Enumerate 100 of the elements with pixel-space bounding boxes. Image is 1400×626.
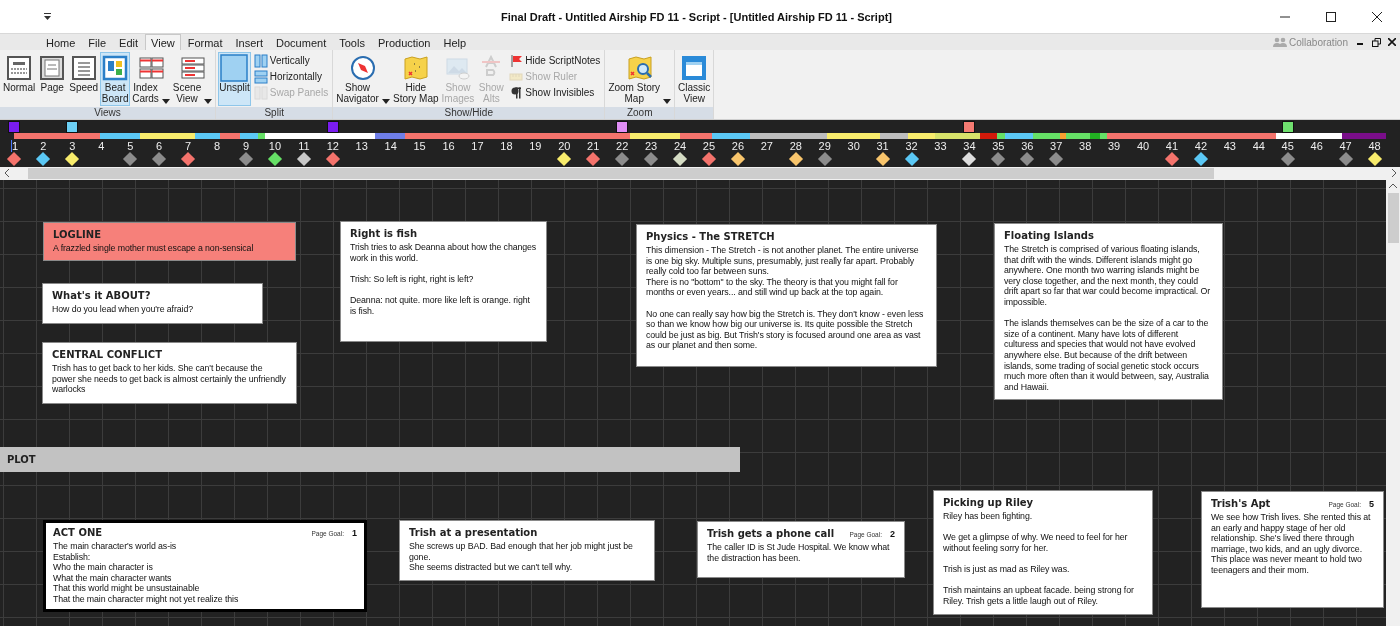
map-search-icon xyxy=(625,54,654,82)
note-card[interactable] xyxy=(994,223,1223,400)
scrollbar-thumb[interactable] xyxy=(1387,193,1399,243)
scene-number[interactable]: 41 xyxy=(1165,139,1179,152)
scene-number[interactable]: 22 xyxy=(616,139,629,152)
scene-number[interactable]: 4 xyxy=(98,139,105,152)
menu-tab[interactable]: Home xyxy=(40,34,82,50)
timeline-marker[interactable] xyxy=(8,121,21,133)
note-card[interactable]: Right is fish Trish tries to ask Deanna about how the changes work in this world. Trish: So left is right, right is left? Deanna: not quite. more like left is orange. right is fish. xyxy=(340,221,547,342)
scene-number[interactable]: 3 xyxy=(69,139,76,152)
timeline-marker[interactable] xyxy=(616,121,629,133)
scene-number[interactable]: 26 xyxy=(731,139,745,152)
scene-number[interactable]: 30 xyxy=(847,139,860,152)
timeline-marker[interactable] xyxy=(66,121,79,133)
timeline-marker[interactable] xyxy=(963,121,976,133)
note-card[interactable] xyxy=(43,520,367,612)
scene-number[interactable]: 44 xyxy=(1252,139,1265,152)
scene-number[interactable]: 37 xyxy=(1050,139,1063,152)
ribbon-button[interactable]: Horizontally xyxy=(251,69,331,84)
scene-number[interactable]: 14 xyxy=(384,139,397,152)
scene-number[interactable]: 15 xyxy=(413,139,426,152)
ribbon-button[interactable]: Unsplit xyxy=(218,52,251,106)
timeline-marker[interactable] xyxy=(1281,121,1294,133)
scene-number[interactable]: 45 xyxy=(1281,139,1294,152)
ribbon-button[interactable]: Speed xyxy=(68,52,100,106)
scene-number[interactable]: 2 xyxy=(40,139,47,152)
scene-number[interactable]: 27 xyxy=(760,139,773,152)
scene-number[interactable]: 7 xyxy=(185,139,192,152)
ribbon-button[interactable]: Normal xyxy=(2,52,37,106)
menu-tab[interactable]: Insert xyxy=(229,34,270,50)
scene-number[interactable]: 32 xyxy=(905,139,918,152)
scene-number[interactable]: 21 xyxy=(587,139,600,152)
scene-number[interactable]: 20 xyxy=(558,139,571,152)
scene-number[interactable]: 10 xyxy=(268,139,282,152)
vertical-scrollbar[interactable] xyxy=(1386,180,1400,626)
note-card[interactable] xyxy=(933,490,1153,615)
menu-tab[interactable]: Format xyxy=(181,34,229,50)
card-title: Right is fish xyxy=(350,228,417,239)
page-goal-number: 5 xyxy=(1369,499,1374,509)
menu-tab[interactable]: Production xyxy=(371,34,437,50)
scene-number[interactable]: 42 xyxy=(1194,139,1208,152)
scene-number[interactable]: 5 xyxy=(127,139,134,152)
scene-number[interactable]: 1 xyxy=(10,139,19,152)
menu-tab[interactable]: Help xyxy=(437,34,473,50)
scene-number[interactable]: 25 xyxy=(702,139,716,152)
ribbon-button[interactable]: Zoom Story Map xyxy=(607,52,673,106)
scrollbar-thumb[interactable] xyxy=(28,168,1214,179)
note-card[interactable] xyxy=(1201,491,1384,608)
scene-number[interactable]: 36 xyxy=(1021,139,1034,152)
scene-number[interactable]: 23 xyxy=(644,139,658,152)
scene-number[interactable]: 38 xyxy=(1079,139,1092,152)
scene-number[interactable]: 29 xyxy=(818,139,831,152)
ribbon-button[interactable]: Show Invisibles xyxy=(507,85,603,100)
note-card[interactable]: What's it ABOUT? How do you lead when you're afraid? xyxy=(42,283,263,324)
scene-number[interactable]: 40 xyxy=(1136,139,1150,152)
horizontal-scrollbar[interactable] xyxy=(0,167,1400,180)
ribbon-button[interactable]: Hide Story Map xyxy=(391,52,440,106)
ribbon-button[interactable]: Hide ScriptNotes xyxy=(507,53,603,68)
ribbon-button[interactable]: Show Navigator xyxy=(335,52,391,106)
scene-number[interactable]: 47 xyxy=(1339,139,1352,152)
scene-number[interactable]: 46 xyxy=(1310,139,1323,152)
scene-number[interactable]: 8 xyxy=(213,139,221,152)
menu-tab[interactable]: Tools xyxy=(333,34,371,50)
scene-number[interactable]: 12 xyxy=(326,139,339,152)
ribbon-button[interactable]: Scene View xyxy=(171,52,214,106)
scene-number[interactable]: 28 xyxy=(789,139,802,152)
scene-number[interactable]: 33 xyxy=(934,139,947,152)
scene-number[interactable]: 19 xyxy=(529,139,542,152)
menu-tab[interactable]: Document xyxy=(270,34,333,50)
scene-number[interactable]: 6 xyxy=(156,139,163,152)
menu-tab[interactable]: Edit xyxy=(113,34,145,50)
scene-number[interactable]: 11 xyxy=(298,139,310,152)
ribbon-button[interactable]: Vertically xyxy=(251,53,331,68)
scene-number[interactable]: 48 xyxy=(1368,139,1381,152)
scene-number[interactable]: 39 xyxy=(1107,139,1121,152)
scene-number[interactable]: 13 xyxy=(355,139,368,152)
card-text: The main character's world as-is Establish: Who the main character is What the main character wants That this world might be unsustainable That the main character might not yet realize this xyxy=(53,541,240,605)
ribbon-button[interactable]: Page xyxy=(37,52,68,106)
ribbon-button[interactable]: Classic View xyxy=(677,52,712,106)
cards-icon xyxy=(137,54,165,82)
note-card[interactable]: LOGLINE A frazzled single mother must escape a non-sensical xyxy=(43,222,296,261)
timeline-marker[interactable] xyxy=(326,121,339,133)
note-card[interactable] xyxy=(636,224,937,367)
window-title: Final Draft - Untitled Airship FD 11 - Script - [Untitled Airship FD 11 - Script] xyxy=(500,10,893,23)
scene-number[interactable]: 17 xyxy=(471,139,484,152)
flag-icon xyxy=(509,53,524,68)
menu-tab[interactable]: View xyxy=(145,34,181,50)
scene-number[interactable]: 43 xyxy=(1223,139,1236,152)
scene-number[interactable]: 35 xyxy=(992,139,1005,152)
scene-number[interactable]: 18 xyxy=(500,139,513,152)
note-card[interactable]: Trish at a presentation She screws up BAD. Bad enough that her job might just be gone. She seems distracted but we can't tell why. xyxy=(399,520,655,581)
scene-number[interactable]: 31 xyxy=(876,139,889,152)
ribbon-button[interactable]: Index Cards xyxy=(131,52,171,106)
scene-number[interactable]: 16 xyxy=(442,139,455,152)
scene-number[interactable]: 24 xyxy=(673,139,687,152)
scene-number[interactable]: 9 xyxy=(242,139,250,152)
ribbon-button[interactable]: Beat Board xyxy=(100,52,131,106)
note-card[interactable]: CENTRAL CONFLICT Trish has to get back to her kids. She can't because the power she needs to get back is almost certainly the unfriendly warlocks xyxy=(42,342,297,404)
menu-tab[interactable]: File xyxy=(82,34,113,50)
scene-number[interactable]: 34 xyxy=(963,139,976,152)
